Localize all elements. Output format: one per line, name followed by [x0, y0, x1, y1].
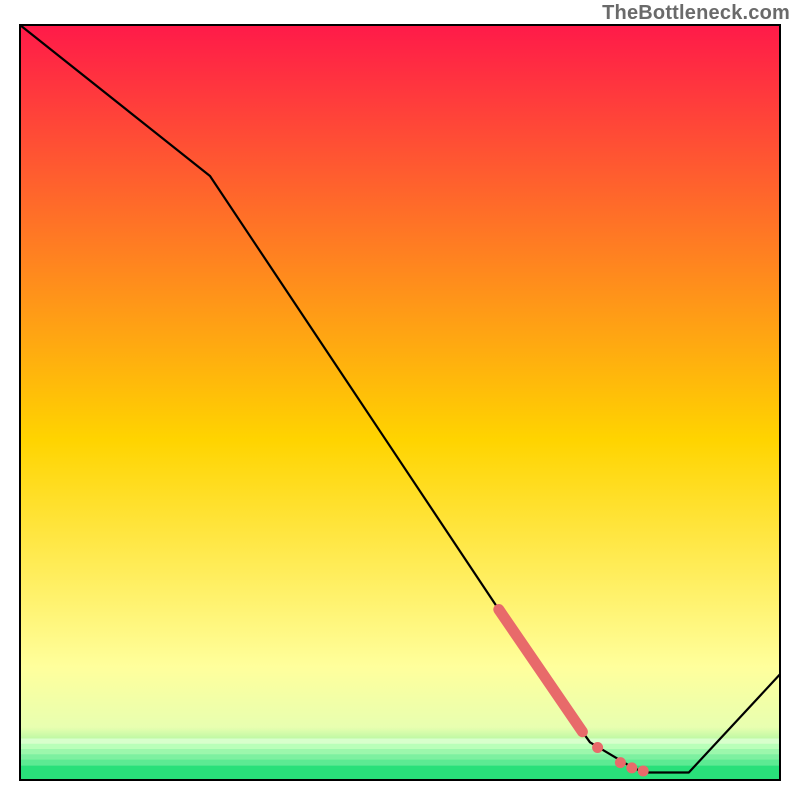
bottom-band: [20, 744, 780, 750]
bottom-band: [20, 754, 780, 760]
highlight-dot: [626, 762, 637, 773]
highlight-dot: [615, 757, 626, 768]
bottom-band: [20, 760, 780, 766]
bottom-band: [20, 738, 780, 744]
bottleneck-chart: TheBottleneck.com: [0, 0, 800, 800]
bottom-band: [20, 749, 780, 755]
chart-canvas: [0, 0, 800, 800]
highlight-dot: [638, 765, 649, 776]
gradient-background: [20, 25, 780, 780]
highlight-dot: [592, 742, 603, 753]
